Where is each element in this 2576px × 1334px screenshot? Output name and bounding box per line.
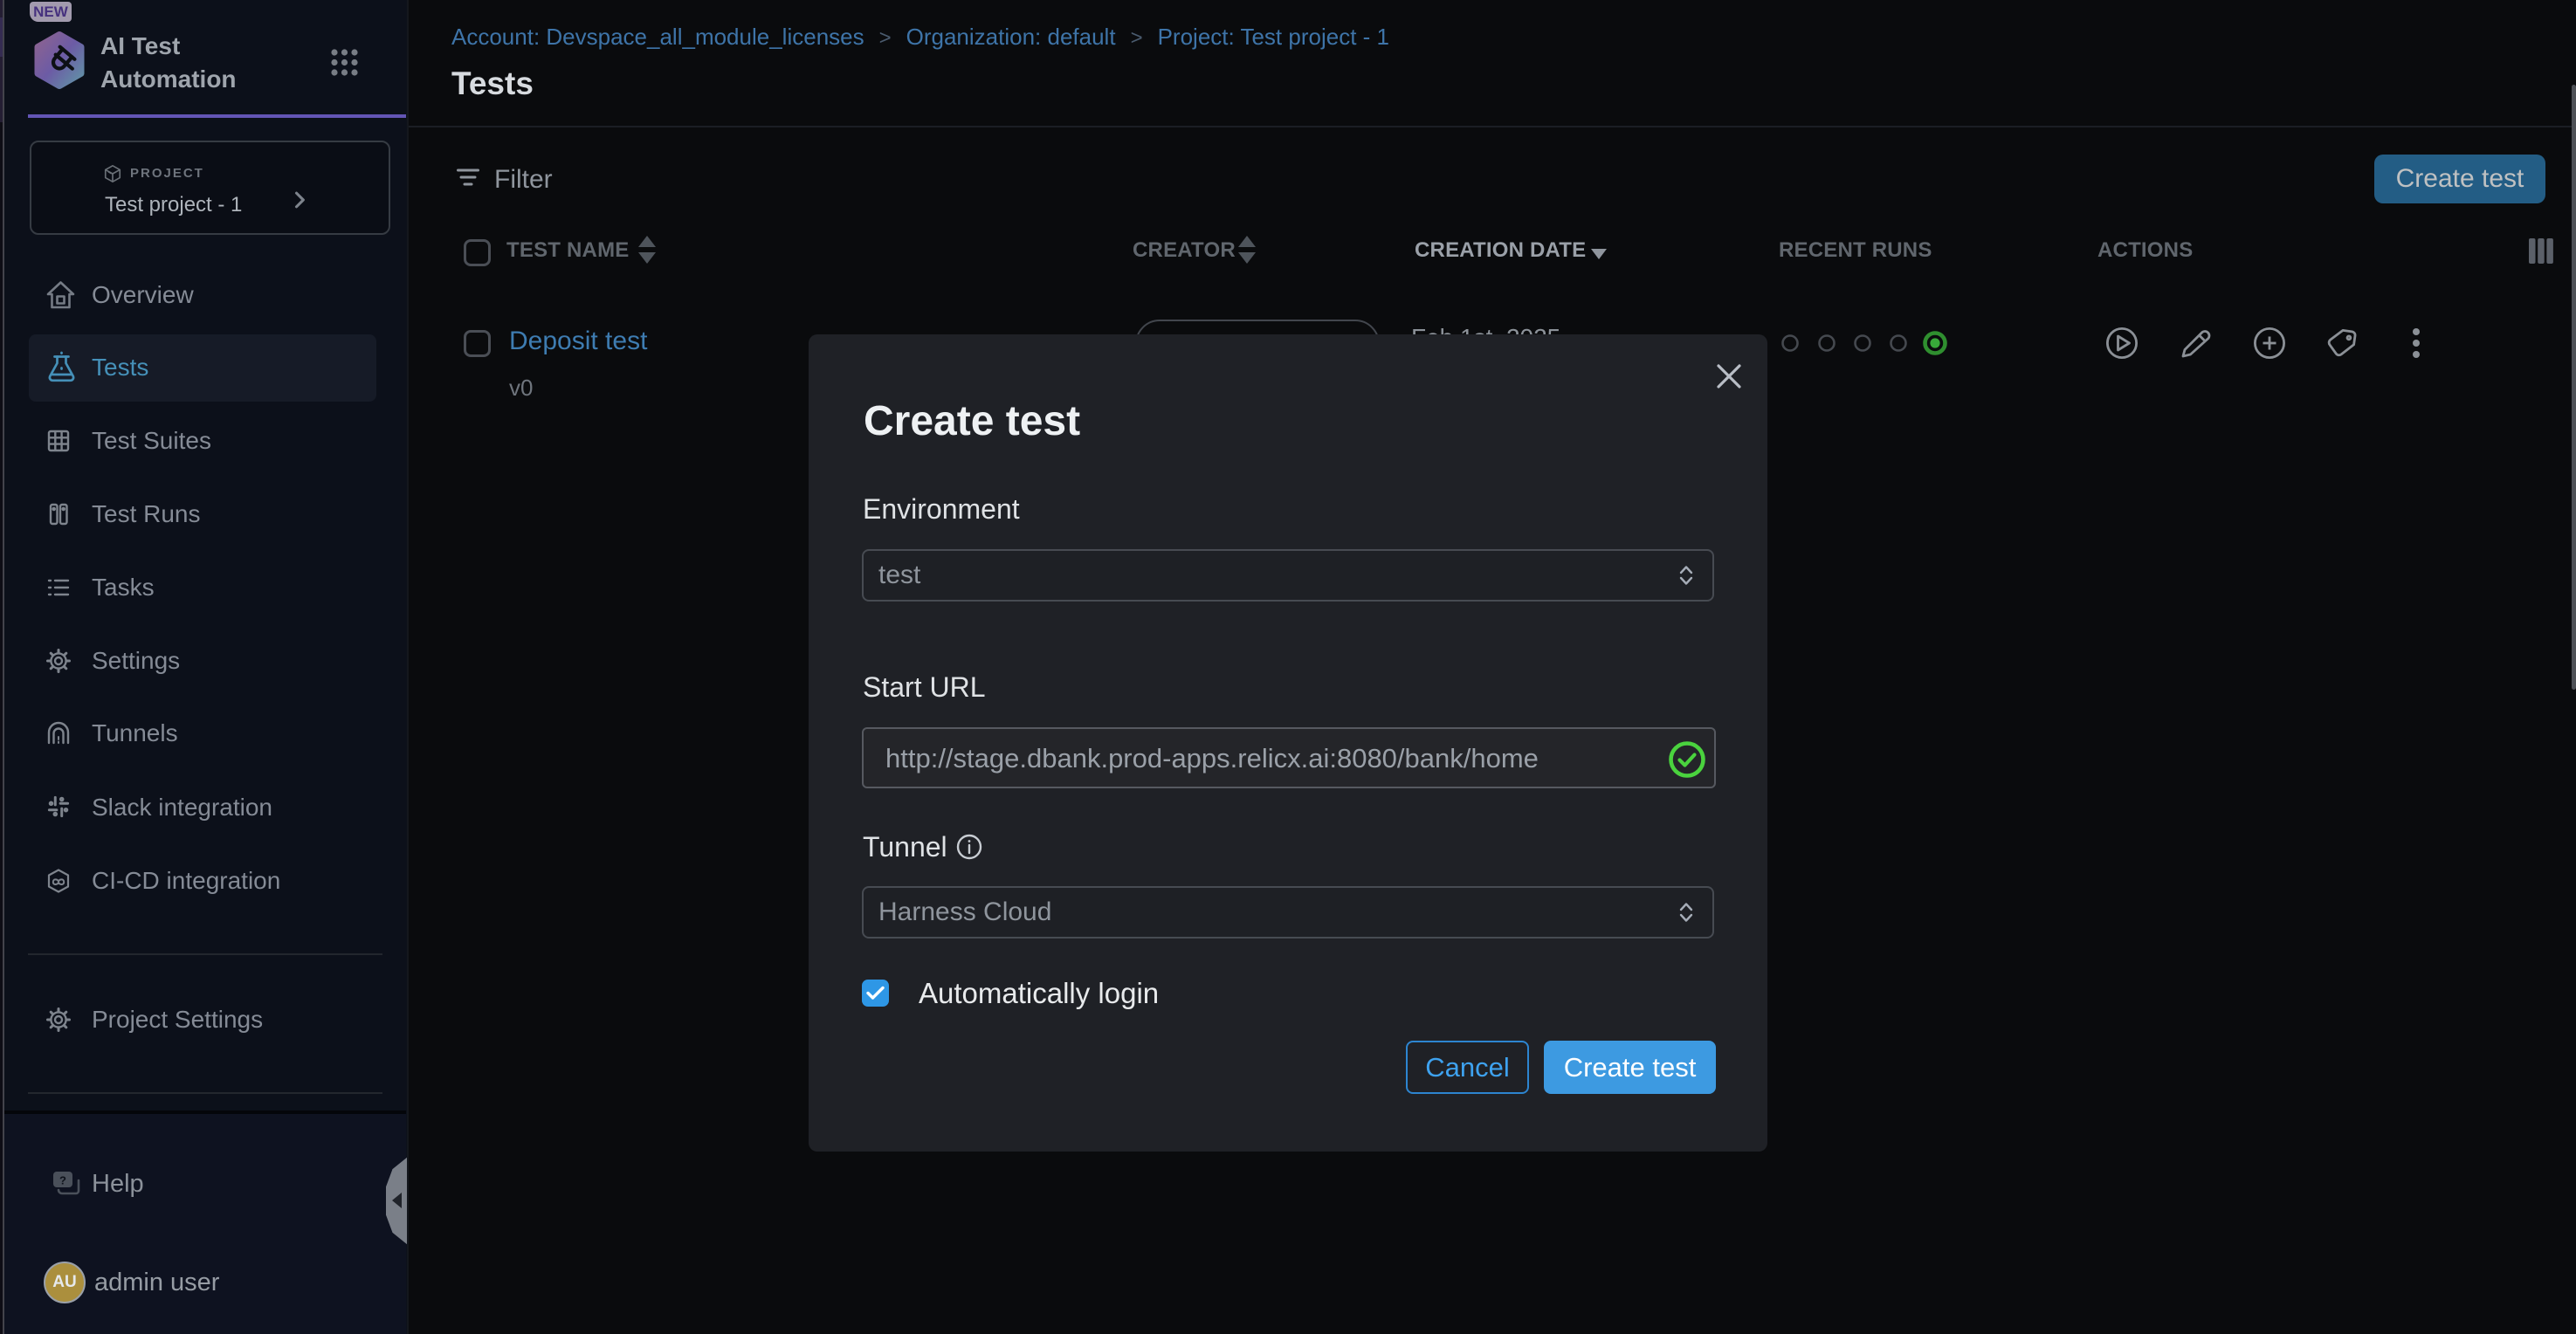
svg-text:?: ? — [59, 1174, 66, 1187]
